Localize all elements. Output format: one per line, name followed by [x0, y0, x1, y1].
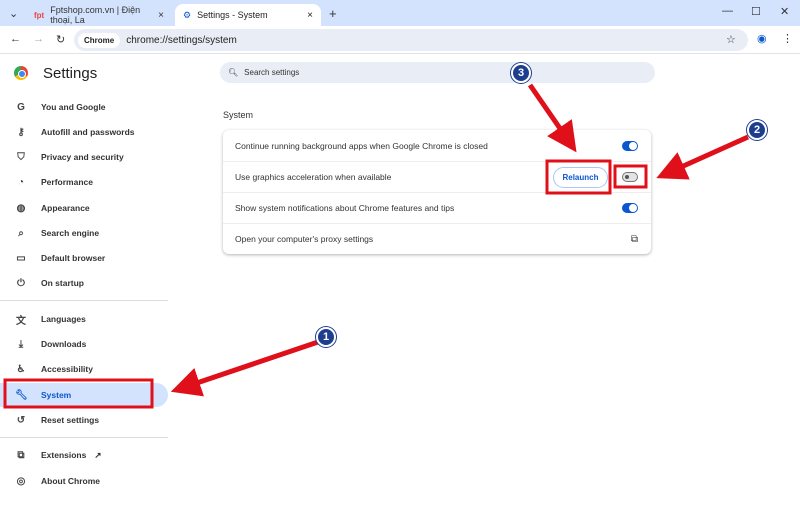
arrow-1 [170, 339, 319, 397]
arrow-2 [656, 134, 750, 180]
annotation-overlay [3, 83, 750, 409]
annotation-number-1: 1 [316, 327, 336, 347]
highlight-box-toggle [613, 164, 648, 189]
annotation-number-2: 2 [747, 120, 767, 140]
highlight-box-relaunch [545, 159, 612, 195]
arrow-3 [527, 83, 577, 153]
annotation-number-3: 3 [511, 63, 531, 83]
highlight-box-system [3, 378, 154, 409]
